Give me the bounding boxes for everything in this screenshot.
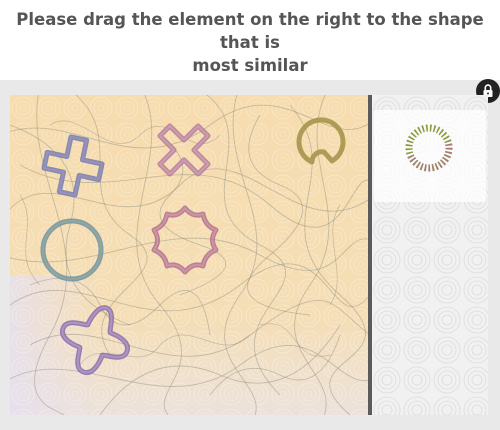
puzzle-canvas[interactable] xyxy=(10,95,368,415)
instruction-line-2: most similar xyxy=(192,56,308,75)
instruction-line-1: Please drag the element on the right to … xyxy=(16,10,484,52)
dashed-ring-piece[interactable] xyxy=(374,110,486,202)
instruction-text: Please drag the element on the right to … xyxy=(0,8,500,77)
